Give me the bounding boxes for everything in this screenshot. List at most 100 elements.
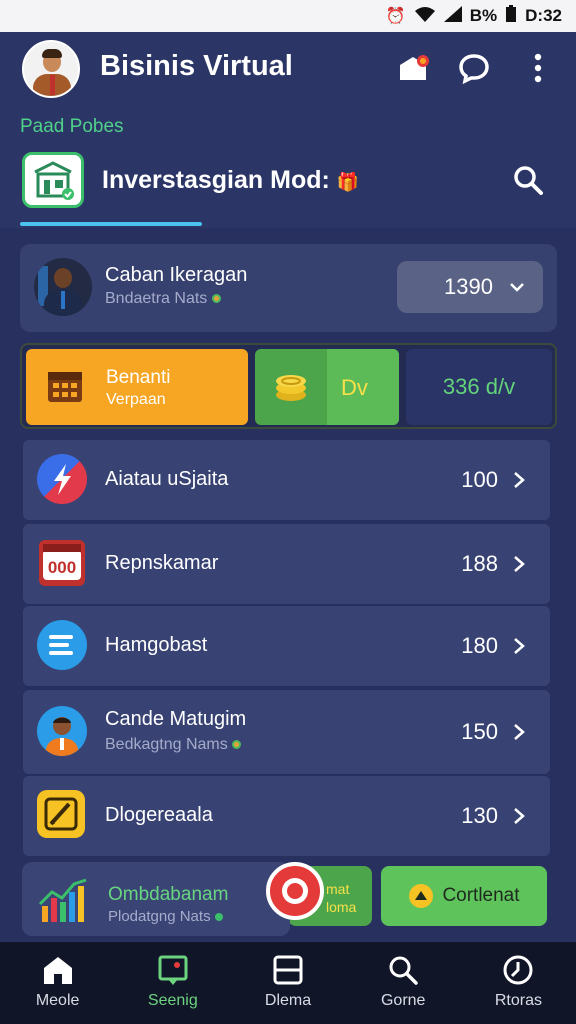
clock-icon	[503, 955, 533, 985]
calendar-action-subtitle: Verpaan	[106, 391, 166, 408]
promo-title: Ombdabanam	[108, 884, 229, 905]
calendar-action-title: Benanti	[106, 367, 171, 388]
chevron-down-icon	[510, 283, 524, 292]
promo-row: mat loma Ombdabanam Plodatgng Nats Cortl	[20, 860, 557, 938]
nav-item-label: Rtoras	[494, 992, 542, 1009]
tab-row: Inverstasgian Mod: 🎁	[0, 148, 576, 228]
warning-icon	[409, 884, 434, 908]
calendar-icon	[48, 372, 82, 402]
featured-avatar	[34, 258, 92, 316]
chat-button[interactable]	[454, 48, 494, 88]
chevron-right-icon	[514, 724, 525, 740]
nav-item-clock[interactable]: Rtoras	[461, 942, 576, 1024]
battery-icon	[505, 4, 517, 28]
chevron-right-icon	[514, 556, 525, 572]
bottom-nav: Meole Seenig Dlema Gorne Rtoras	[0, 942, 576, 1024]
investment-logo[interactable]	[22, 152, 84, 208]
person-avatar-icon	[37, 706, 87, 756]
notification-icon	[400, 55, 429, 80]
nav-item-search[interactable]: Gorne	[346, 942, 461, 1024]
nav-item-label: Seenig	[147, 992, 198, 1009]
status-dot-icon	[211, 294, 221, 303]
clock-time: D:32	[525, 6, 562, 25]
featured-subtitle-text: Bndaetra Nats	[105, 290, 208, 307]
list-item-label: Dlogereaala	[105, 804, 213, 826]
calendar-action-card[interactable]: Benanti Verpaan	[26, 349, 248, 425]
bar-chart-icon	[38, 878, 87, 922]
more-vertical-icon	[534, 53, 542, 83]
gift-icon: 🎁	[336, 172, 360, 192]
coins-action-label: Dv	[341, 375, 368, 400]
store-icon	[34, 161, 74, 200]
nav-item-label: Gorne	[380, 992, 426, 1009]
alarm-icon: ⏰	[385, 8, 406, 25]
page-subtitle: Paad Pobes	[20, 116, 124, 137]
home-icon	[43, 957, 72, 984]
stat-action-card[interactable]: 336 d/v	[406, 349, 552, 425]
status-dot-icon	[214, 913, 223, 921]
featured-value-button[interactable]: 1390	[397, 261, 543, 313]
tab-investment-label: Inverstasgian Mod:	[102, 166, 330, 194]
nav-item-square[interactable]: Dlema	[230, 942, 345, 1024]
search-button[interactable]	[508, 160, 548, 200]
list-item[interactable]: 000 Repnskamar 188	[23, 524, 550, 604]
promo-subtitle-text: Plodatgng Nats	[108, 908, 211, 925]
coins-action-card[interactable]: Dv	[255, 349, 399, 425]
list-item-value: 100	[461, 467, 498, 492]
list-item-value: 188	[461, 551, 498, 576]
tab-investment[interactable]: Inverstasgian Mod: 🎁	[102, 166, 359, 195]
featured-card[interactable]: Caban Ikeragan Bndaetra Nats 1390	[20, 244, 557, 332]
record-icon	[282, 878, 308, 904]
list-item[interactable]: Hamgobast 180	[23, 606, 550, 686]
signal-icon	[443, 5, 462, 27]
list-item[interactable]: Dlogereaala 130	[23, 776, 550, 856]
edit-note-icon	[37, 790, 85, 838]
nav-item-home[interactable]: Meole	[0, 942, 115, 1024]
active-tab-indicator	[20, 222, 202, 226]
tag-icon	[158, 955, 188, 985]
search-icon	[389, 956, 418, 985]
list-item-label: Aiatau uSjaita	[105, 468, 229, 490]
list-item-label: Hamgobast	[105, 634, 208, 656]
lightning-icon	[37, 454, 87, 504]
app-title: Bisinis Virtual	[100, 50, 293, 82]
featured-title: Caban Ikeragan	[105, 264, 248, 286]
nav-item-tag[interactable]: Seenig	[115, 942, 230, 1024]
profile-avatar[interactable]	[22, 40, 80, 98]
nav-item-label: Meole	[35, 992, 80, 1009]
app-header: Bisinis Virtual Paad Pobes Inverstasgian…	[0, 32, 576, 228]
promo-card[interactable]: Ombdabanam Plodatgng Nats	[22, 862, 290, 936]
list-item[interactable]: Cande Matugim Bedkagtng Nams 150	[23, 690, 550, 774]
chevron-right-icon	[514, 638, 525, 654]
list-item-label: Repnskamar	[105, 552, 219, 574]
record-button[interactable]	[266, 862, 324, 920]
chevron-right-icon	[514, 472, 525, 488]
coins-icon	[276, 375, 306, 401]
nav-item-label: Dlema	[264, 992, 312, 1009]
list-item-value: 150	[461, 719, 498, 744]
list-item-sublabel-text: Bedkagtng Nams	[105, 736, 228, 753]
counter-icon: 000	[39, 540, 85, 586]
action-row: Benanti Verpaan Dv 336 d/v	[20, 343, 557, 429]
stat-action-label: 336 d/v	[442, 374, 516, 399]
continue-button[interactable]: Cortlenat	[381, 866, 547, 926]
square-icon	[273, 955, 303, 985]
promo-subtitle: Plodatgng Nats	[108, 908, 223, 925]
list-item-value: 130	[461, 803, 498, 828]
chevron-right-icon	[514, 808, 525, 824]
status-bar: ⏰ B% D:32	[0, 0, 576, 32]
chat-bubble-icon	[459, 54, 489, 84]
more-options-button[interactable]	[518, 48, 558, 88]
list-item-sublabel: Bedkagtng Nams	[105, 736, 242, 754]
featured-value: 1390	[444, 274, 493, 299]
status-dot-icon	[232, 740, 242, 749]
list-item-label: Cande Matugim	[105, 708, 247, 730]
promo-mid-text: mat loma	[326, 880, 356, 916]
wifi-icon	[414, 6, 436, 27]
menu-lines-icon	[37, 620, 87, 670]
list-item[interactable]: Aiatau uSjaita 100	[23, 440, 550, 520]
notification-button[interactable]	[394, 48, 434, 88]
continue-button-label: Cortlenat	[442, 885, 520, 906]
promo-mid-line-2: loma	[326, 899, 357, 915]
battery-percent: B%	[469, 6, 498, 25]
